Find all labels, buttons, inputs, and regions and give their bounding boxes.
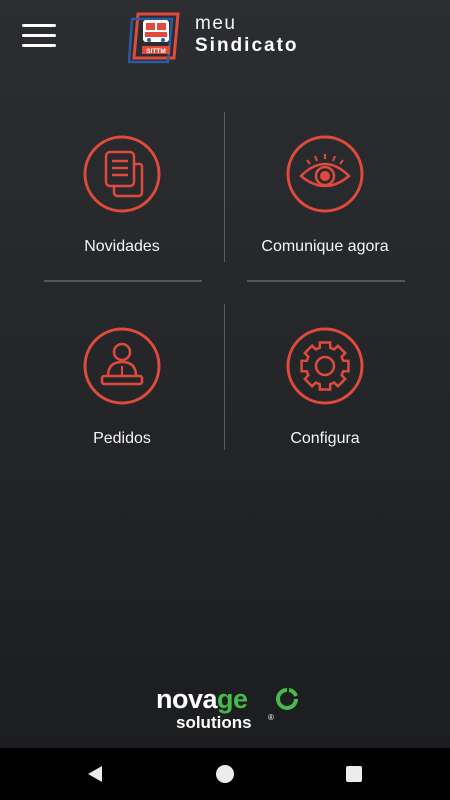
eye-icon — [286, 135, 364, 213]
square-recents-icon[interactable] — [346, 766, 362, 782]
menu-bar — [22, 44, 56, 47]
novageo-logo: novage solutions ® — [150, 682, 310, 742]
circle-home-icon[interactable] — [216, 765, 234, 783]
tile-label-configura: Configura — [290, 430, 360, 447]
horizontal-divider — [44, 280, 202, 282]
menu-bar — [22, 24, 56, 27]
triangle-back-icon[interactable] — [86, 765, 104, 783]
app-header: SITTM meu Sindicato — [0, 0, 450, 72]
gear-icon — [286, 327, 364, 405]
gear-teeth — [300, 341, 350, 391]
footer-brand-text: novage — [156, 684, 248, 715]
tile-label-novidades: Novidades — [84, 238, 160, 255]
brand-meu: meu — [195, 13, 237, 34]
menu-bar — [22, 34, 56, 37]
hamburger-menu-icon[interactable] — [22, 24, 58, 50]
app-brand: meu Sindicato — [195, 14, 299, 55]
sittm-logo-icon: SITTM — [128, 12, 180, 64]
system-navigation-bar — [0, 748, 450, 800]
footer-solutions: solutions — [176, 713, 252, 732]
menu-grid: Novidades Comunique agora Pedidos Config… — [0, 110, 450, 460]
footer-brand-nova: nova — [156, 684, 218, 714]
tile-novidades[interactable]: Novidades — [22, 114, 222, 264]
logo-badge-text: SITTM — [146, 48, 166, 55]
tile-label-comunique-agora: Comunique agora — [261, 238, 389, 255]
brand-sindicato: Sindicato — [195, 35, 299, 56]
tile-comunique-agora[interactable]: Comunique agora — [225, 114, 425, 264]
registered-mark: ® — [268, 713, 274, 722]
tile-configura[interactable]: Configura — [225, 306, 425, 456]
news-documents-icon — [83, 135, 161, 213]
person-at-desk-icon — [83, 327, 161, 405]
tile-label-pedidos: Pedidos — [93, 430, 151, 447]
novageo-ring-icon — [276, 688, 298, 710]
tile-pedidos[interactable]: Pedidos — [22, 306, 222, 456]
horizontal-divider — [247, 280, 405, 282]
footer-brand-geo: ge — [217, 684, 248, 714]
